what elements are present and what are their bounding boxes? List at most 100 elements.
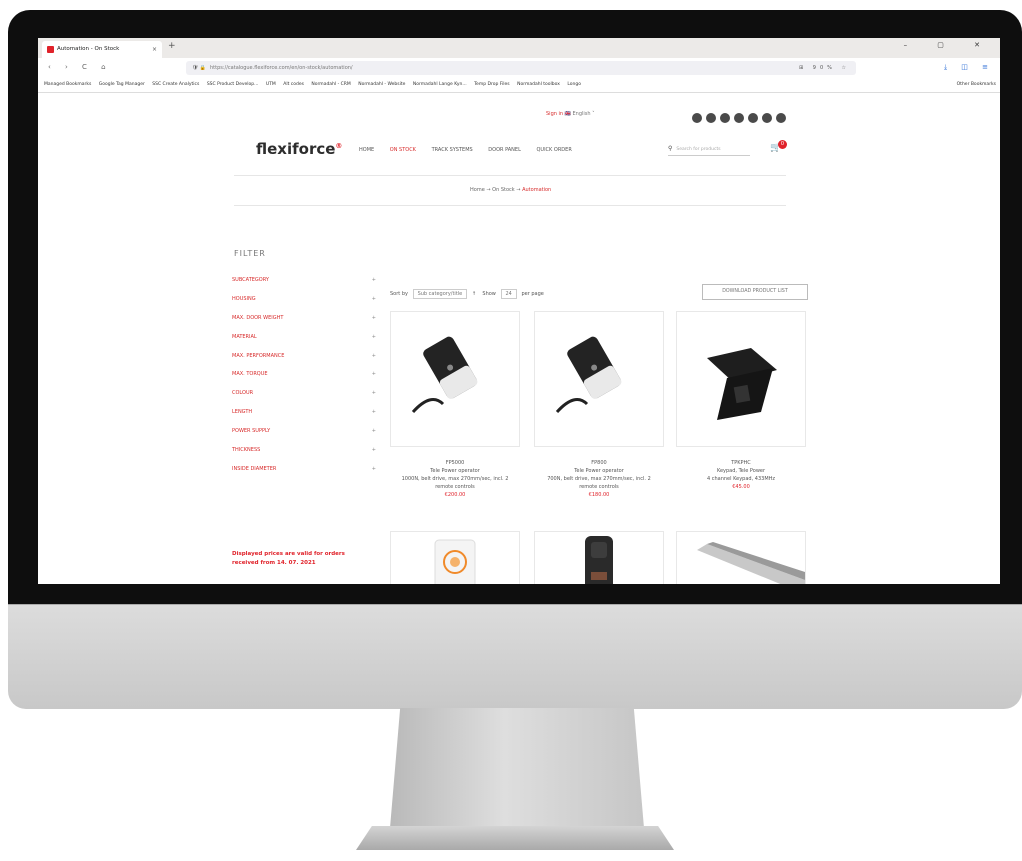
favicon-icon: [47, 46, 54, 53]
facebook-icon[interactable]: [692, 113, 702, 123]
main-nav: HOME ON STOCK TRACK SYSTEMS DOOR PANEL Q…: [359, 147, 586, 153]
filter-item[interactable]: HOUSING +: [232, 296, 380, 315]
bookmark-item[interactable]: Normadahl Lange Kyn...: [413, 78, 467, 92]
expand-icon[interactable]: +: [372, 277, 376, 283]
bookmark-item[interactable]: Alt codes: [283, 78, 304, 92]
other-bookmarks[interactable]: Other Bookmarks: [957, 78, 996, 92]
product-sku[interactable]: FP800: [534, 459, 664, 467]
nav-track-systems[interactable]: TRACK SYSTEMS: [432, 147, 473, 153]
logo-text: flexiforce: [256, 140, 336, 158]
operator-image: [555, 336, 622, 414]
rail-image: [697, 542, 805, 584]
social-links: [692, 108, 790, 127]
expand-icon[interactable]: +: [372, 296, 376, 302]
expand-icon[interactable]: +: [372, 390, 376, 396]
expand-icon[interactable]: +: [372, 353, 376, 359]
expand-icon[interactable]: +: [372, 334, 376, 340]
filter-label: POWER SUPPLY: [232, 428, 271, 435]
monitor-stand-foot: [356, 826, 674, 850]
browser-nav-icons[interactable]: ‹ › C ⌂: [48, 63, 112, 71]
pinterest-icon[interactable]: [748, 113, 758, 123]
bookmark-item[interactable]: Normadahl toolbox: [517, 78, 560, 92]
product-sku[interactable]: TPKPHC: [676, 459, 806, 467]
window-controls[interactable]: – ▢ ✕: [904, 41, 994, 49]
toolbar-icons[interactable]: ⤓ ◫ ≡: [944, 63, 994, 72]
close-tab-icon[interactable]: ×: [152, 41, 157, 58]
breadcrumb-home[interactable]: Home: [470, 187, 485, 193]
browser-nav-bar: ‹ › C ⌂ 🛡 🔒 https://catalogue.flexiforce…: [38, 58, 1000, 78]
keypad-image: [707, 348, 777, 420]
sign-in-link[interactable]: Sign in: [546, 111, 563, 117]
product-desc: 1000N, belt drive, max 270mm/sec, incl. …: [401, 476, 509, 482]
new-tab-icon[interactable]: +: [168, 41, 176, 51]
product-card[interactable]: [390, 531, 520, 584]
photocell-image: [585, 536, 613, 584]
flag-icon: 🇬🇧: [564, 111, 571, 117]
price-disclaimer: Displayed prices are valid for orders re…: [232, 551, 345, 566]
email-icon[interactable]: [776, 113, 786, 123]
bookmark-item[interactable]: SSC Create Analytics: [152, 78, 199, 92]
header-divider: [234, 175, 786, 176]
bookmark-item[interactable]: Normadahl - Website: [358, 78, 405, 92]
expand-icon[interactable]: +: [372, 466, 376, 472]
nav-home[interactable]: HOME: [359, 147, 374, 153]
nav-on-stock[interactable]: ON STOCK: [390, 147, 416, 153]
filter-title: FILTER: [234, 249, 266, 258]
url-bar[interactable]: 🛡 🔒 https://catalogue.flexiforce.com/en/…: [186, 61, 856, 75]
expand-icon[interactable]: +: [372, 371, 376, 377]
per-page-select[interactable]: 24: [500, 289, 517, 299]
breadcrumb-on-stock[interactable]: On Stock: [492, 187, 515, 193]
filter-label: MATERIAL: [232, 333, 257, 340]
product-card[interactable]: [676, 531, 806, 584]
breadcrumb-current: Automation: [522, 187, 552, 193]
twitter-icon[interactable]: [762, 113, 772, 123]
product-card[interactable]: [534, 311, 664, 447]
filter-item[interactable]: MATERIAL +: [232, 334, 380, 353]
linkedin-icon[interactable]: [706, 113, 716, 123]
url-text[interactable]: https://catalogue.flexiforce.com/en/on-s…: [210, 61, 353, 75]
filter-item[interactable]: MAX. DOOR WEIGHT +: [232, 315, 380, 334]
product-card[interactable]: [534, 531, 664, 584]
bookmark-item[interactable]: SSC Product Develop...: [207, 78, 259, 92]
filter-label: SUBCATEGORY: [232, 277, 269, 283]
bookmark-item[interactable]: UTM: [266, 78, 276, 92]
sort-select[interactable]: Sub category/title: [412, 289, 468, 299]
product-card[interactable]: [390, 311, 520, 447]
product-desc: remote controls: [579, 484, 619, 490]
filter-item[interactable]: INSIDE DIAMETER +: [232, 466, 380, 485]
browser-tab[interactable]: Automation - On Stock ×: [42, 41, 162, 58]
filter-item[interactable]: THICKNESS +: [232, 447, 380, 466]
filter-item[interactable]: COLOUR +: [232, 390, 380, 409]
language-selector[interactable]: Sign in 🇬🇧 English ˅: [546, 111, 595, 117]
filter-item[interactable]: MAX. TORQUE +: [232, 371, 380, 390]
flexiforce-logo[interactable]: flexiforce®: [256, 140, 342, 158]
nav-quick-order[interactable]: QUICK ORDER: [536, 147, 571, 153]
language-value[interactable]: English ˅: [572, 111, 594, 117]
download-product-list-button[interactable]: DOWNLOAD PRODUCT LIST: [702, 284, 808, 300]
expand-icon[interactable]: +: [372, 409, 376, 415]
per-page-label: per page: [521, 291, 544, 297]
sort-direction-icon[interactable]: ↑: [472, 291, 476, 297]
product-sku[interactable]: FP5000: [390, 459, 520, 467]
bookmark-item[interactable]: Normadahl - CRM: [311, 78, 350, 92]
expand-icon[interactable]: +: [372, 447, 376, 453]
bookmark-item[interactable]: Temp Drop Files: [474, 78, 510, 92]
filter-item[interactable]: SUBCATEGORY +: [232, 277, 380, 296]
filter-item[interactable]: POWER SUPPLY +: [232, 428, 380, 447]
nav-door-panel[interactable]: DOOR PANEL: [488, 147, 521, 153]
filter-item[interactable]: LENGTH +: [232, 409, 380, 428]
expand-icon[interactable]: +: [372, 315, 376, 321]
bookmark-item[interactable]: Longo: [567, 78, 581, 92]
bookmark-item[interactable]: Google Tag Manager: [99, 78, 145, 92]
instagram-icon[interactable]: [734, 113, 744, 123]
product-card[interactable]: [676, 311, 806, 447]
product-price: €180.00: [588, 492, 610, 498]
breadcrumb: Home → On Stock → Automation: [470, 187, 551, 193]
product-info: FP5000 Tele Power operator 1000N, belt d…: [390, 459, 520, 499]
bookmark-item[interactable]: Managed Bookmarks: [44, 78, 91, 92]
youtube-icon[interactable]: [720, 113, 730, 123]
expand-icon[interactable]: +: [372, 428, 376, 434]
filter-item[interactable]: MAX. PERFORMANCE +: [232, 353, 380, 372]
search-input[interactable]: ⚲ Search for products: [668, 145, 750, 156]
url-bar-actions[interactable]: ⊞ 90% ☆: [799, 61, 850, 75]
